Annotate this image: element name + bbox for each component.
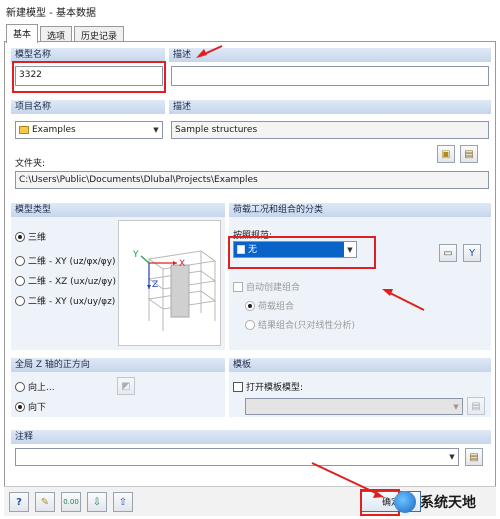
project-desc-field: Sample structures <box>171 121 489 139</box>
watermark-text: 系统天地 <box>420 495 476 511</box>
project-desc-header: 描述 <box>169 100 491 114</box>
axis-icon: ◩ <box>121 380 131 392</box>
chevron-down-icon: ▼ <box>153 126 159 134</box>
tab-page-basic: 模型名称 描述 3322 项目名称 描述 Examples ▼ Sample s… <box>4 41 496 515</box>
library-icon: ▤ <box>469 451 479 463</box>
folder-path-field: C:\Users\Public\Documents\Dlubal\Project… <box>15 171 489 189</box>
units-button[interactable]: 0.00 <box>61 492 81 512</box>
model-type-header: 模型类型 <box>11 203 225 217</box>
auto-combination-box <box>233 281 243 292</box>
radio-z-up-dot <box>15 381 25 392</box>
radio-2d-xy-uz-label: 二维 - XY (uz/φx/φy) <box>28 257 116 267</box>
folder-icon <box>19 126 29 134</box>
open-template-label: 打开模板模型: <box>246 383 304 393</box>
radio-load-combination-label: 荷载组合 <box>258 302 295 312</box>
auto-combination-label: 自动创建组合 <box>246 283 301 293</box>
new-project-button[interactable]: ▣ <box>437 145 455 163</box>
radio-z-down-dot <box>15 401 25 412</box>
project-manager-button[interactable]: ▤ <box>460 145 478 163</box>
open-template-checkbox[interactable]: 打开模板模型: <box>233 380 303 393</box>
radio-load-combination-dot <box>245 300 255 311</box>
filter-button[interactable]: Y <box>463 244 481 262</box>
project-manager-icon: ▤ <box>464 148 474 160</box>
z-axis-header: 全局 Z 轴的正方向 <box>11 358 225 372</box>
radio-z-down[interactable]: 向下 <box>15 400 46 413</box>
radio-3d-label: 三维 <box>28 233 47 243</box>
import-button[interactable]: ⇩ <box>87 492 107 512</box>
radio-z-up[interactable]: 向上... <box>15 380 55 393</box>
radio-load-combination[interactable]: 荷载组合 <box>245 299 294 312</box>
browse-icon: ▤ <box>471 400 481 412</box>
open-template-box <box>233 381 243 392</box>
axis-label-y: Y <box>132 250 139 260</box>
tab-basic[interactable]: 基本 <box>6 24 39 43</box>
radio-3d-dot <box>15 231 25 242</box>
export-button[interactable]: ⇧ <box>113 492 133 512</box>
model-desc-header: 描述 <box>169 48 491 62</box>
edit-icon: ▭ <box>443 247 453 259</box>
radio-result-combination-dot <box>245 319 255 330</box>
radio-2d-xy-uz[interactable]: 二维 - XY (uz/φx/φy) <box>15 254 116 267</box>
edit-button[interactable]: ✎ <box>35 492 55 512</box>
watermark: 系统天地 <box>394 488 498 516</box>
standard-settings-button[interactable]: ▭ <box>439 244 457 262</box>
model-desc-input[interactable] <box>171 66 489 86</box>
model-preview-graphic: X Y Z <box>132 250 217 331</box>
project-name-value: Examples <box>32 125 76 135</box>
radio-2d-xy-ux-dot <box>15 295 25 306</box>
radio-result-combination[interactable]: 结果组合(只对线性分析) <box>245 318 355 331</box>
highlight-box-model-name <box>12 61 166 93</box>
model-name-header: 模型名称 <box>11 48 165 62</box>
export-icon: ⇧ <box>118 496 128 508</box>
radio-2d-xz[interactable]: 二维 - XZ (ux/uz/φy) <box>15 274 116 287</box>
radio-z-down-label: 向下 <box>28 403 47 413</box>
auto-combination-checkbox[interactable]: 自动创建组合 <box>233 280 300 293</box>
radio-z-up-label: 向上... <box>28 383 55 393</box>
project-name-header: 项目名称 <box>11 100 165 114</box>
edit-icon: ✎ <box>40 496 50 508</box>
axis-label-z: Z <box>152 280 158 290</box>
units-icon: 0.00 <box>63 498 79 506</box>
radio-2d-xy-ux[interactable]: 二维 - XY (ux/uy/φz) <box>15 294 115 307</box>
radio-2d-xz-label: 二维 - XZ (ux/uz/φy) <box>28 277 116 287</box>
window-title: 新建模型 - 基本数据 <box>6 8 96 19</box>
radio-3d[interactable]: 三维 <box>15 230 46 243</box>
radio-2d-xy-uz-dot <box>15 255 25 266</box>
template-header: 模板 <box>229 358 491 372</box>
comment-combo[interactable]: ▼ <box>15 448 459 466</box>
model-type-preview: X Y Z <box>118 220 221 346</box>
watermark-logo-icon <box>394 491 416 513</box>
help-button[interactable]: ? <box>9 492 29 512</box>
comment-header: 注释 <box>11 430 491 444</box>
import-icon: ⇩ <box>92 496 102 508</box>
template-combo[interactable]: ▼ <box>245 398 463 415</box>
chevron-down-icon: ▼ <box>453 402 459 411</box>
z-axis-info-button[interactable]: ◩ <box>117 377 135 395</box>
folder-label: 文件夹: <box>15 159 46 169</box>
window-titlebar: 新建模型 - 基本数据 <box>0 0 500 22</box>
tab-strip: 基本 选项 历史记录 <box>0 24 500 43</box>
highlight-box-standard <box>228 236 376 269</box>
radio-result-combination-label: 结果组合(只对线性分析) <box>258 321 356 331</box>
template-browse-button[interactable]: ▤ <box>467 397 485 415</box>
new-folder-icon: ▣ <box>441 148 451 160</box>
project-name-combo[interactable]: Examples ▼ <box>15 121 163 139</box>
load-classification-header: 荷载工况和组合的分类 <box>229 203 491 217</box>
chevron-down-icon: ▼ <box>449 453 455 461</box>
axis-label-x: X <box>179 259 185 269</box>
filter-icon: Y <box>468 247 476 259</box>
comment-library-button[interactable]: ▤ <box>465 448 483 466</box>
radio-2d-xy-ux-label: 二维 - XY (ux/uy/φz) <box>28 297 116 307</box>
help-icon: ? <box>16 496 22 508</box>
radio-2d-xz-dot <box>15 275 25 286</box>
